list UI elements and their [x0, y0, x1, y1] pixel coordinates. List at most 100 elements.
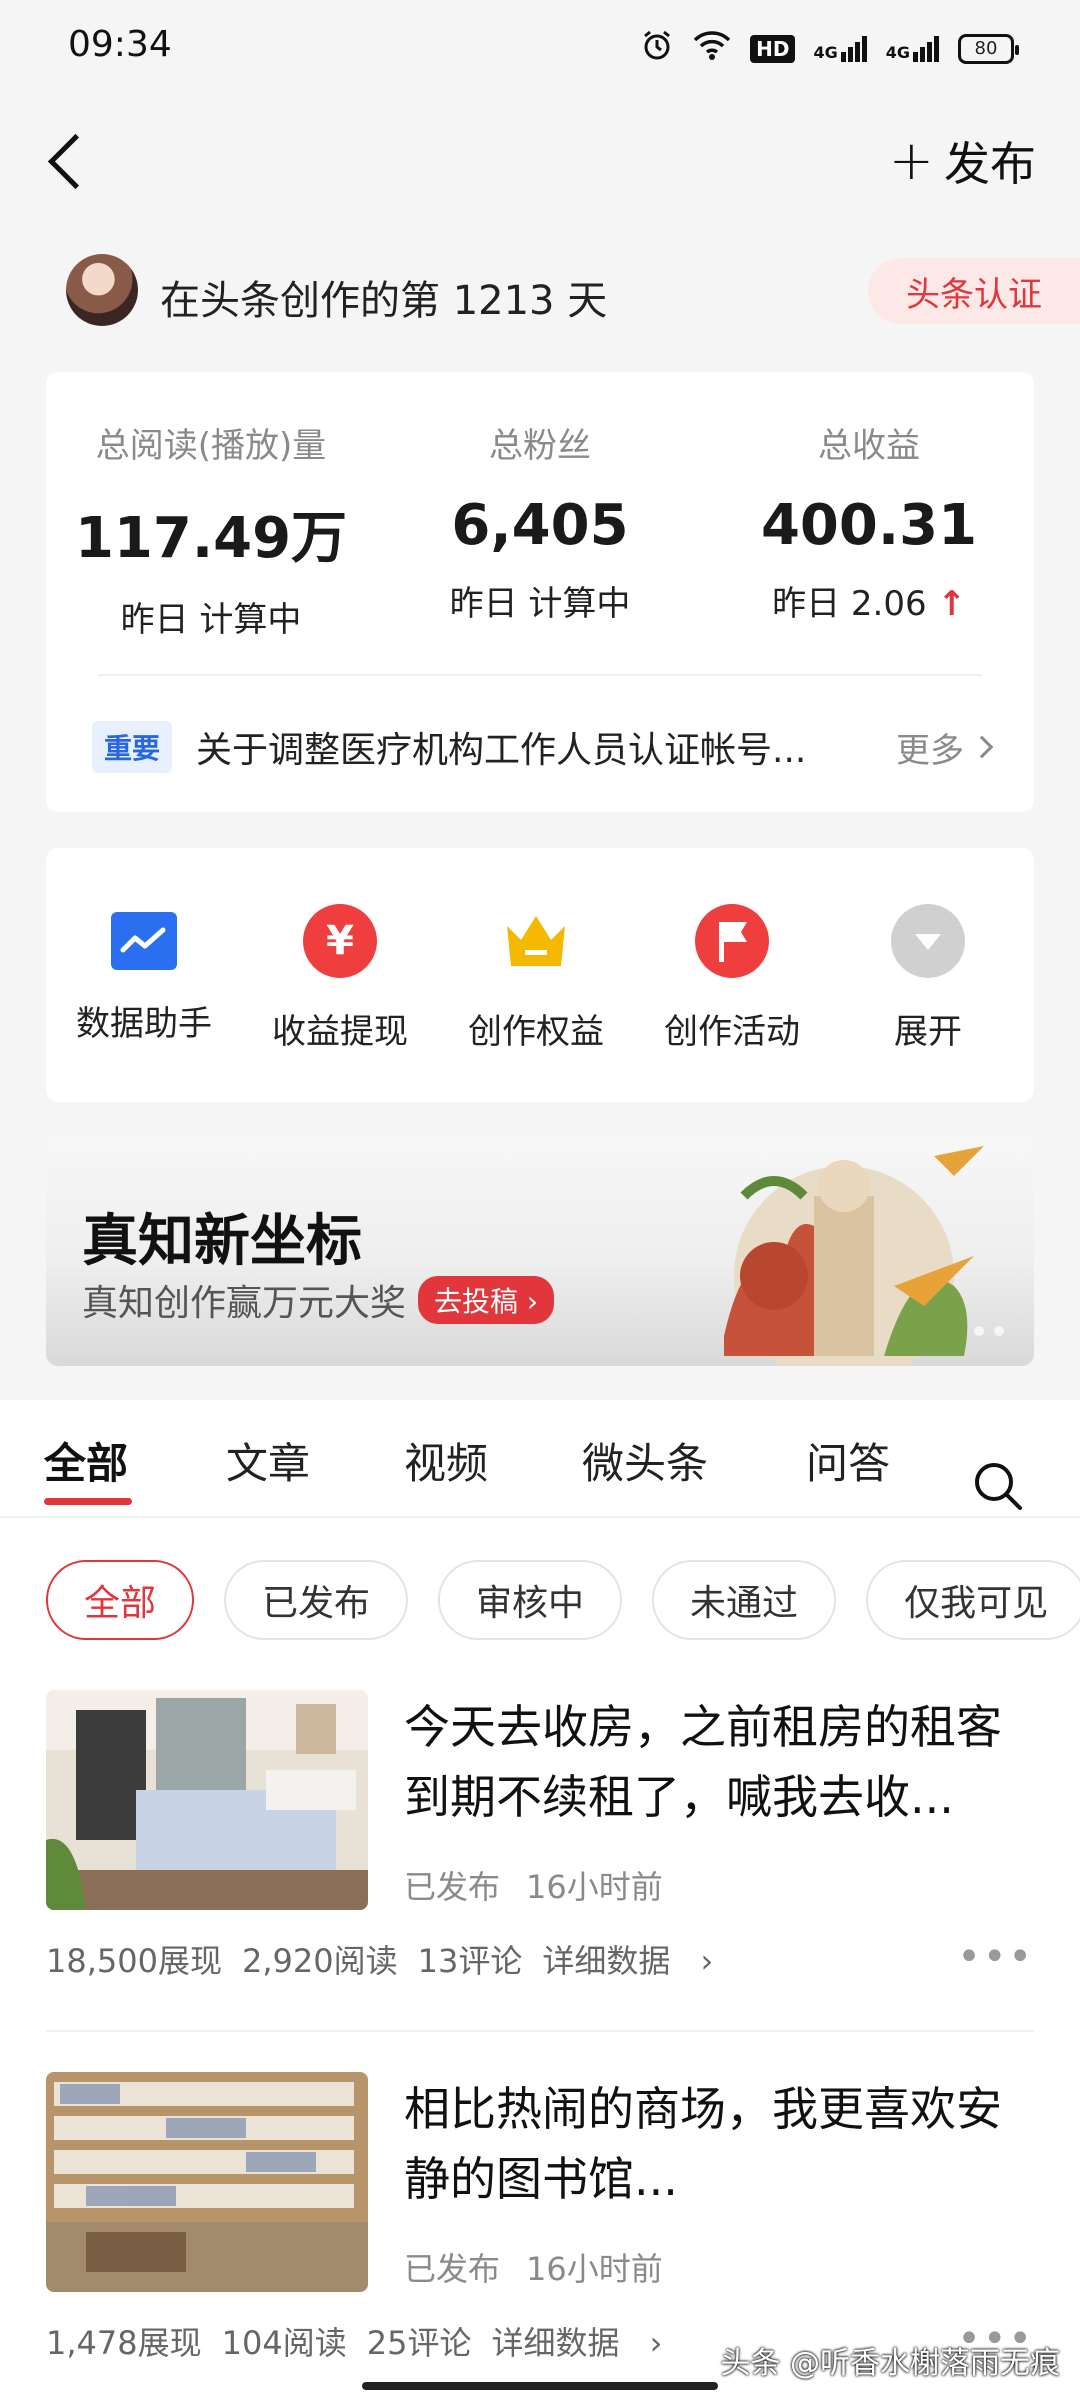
top-nav: + 发布: [0, 110, 1080, 210]
yuan-icon: ¥: [303, 904, 377, 978]
avatar[interactable]: [66, 254, 138, 326]
article-title: 今天去收房，之前租房的租客到期不续租了，喊我去收...: [404, 1700, 1002, 1824]
article-time: 16小时前: [526, 1868, 663, 1906]
detail-data-link[interactable]: 详细数据 ›: [542, 1942, 713, 1980]
stat-value: 117.49万: [74, 506, 348, 571]
creator-row: 在头条创作的第 1213 天 头条认证: [0, 250, 1080, 330]
back-button[interactable]: [42, 128, 102, 192]
stat-sub: 昨日 2.06 ↑: [704, 576, 1034, 625]
promo-banner[interactable]: 真知新坐标 真知创作赢万元大奖 去投稿 ›: [46, 1136, 1034, 1366]
hd-icon: HD: [750, 34, 796, 63]
divider: [46, 2030, 1034, 2032]
tab-videos[interactable]: 视频: [404, 1430, 488, 1491]
tool-withdraw[interactable]: ¥ 收益提现: [242, 904, 438, 1053]
tab-qa[interactable]: 问答: [806, 1430, 890, 1491]
banner-subtitle: 真知创作赢万元大奖 去投稿 ›: [82, 1274, 555, 1326]
article-stats: 18,500展现 2,920阅读 13评论 详细数据 ›: [46, 1936, 733, 1982]
article-meta: 已发布 16小时前: [404, 1862, 689, 1908]
more-options-icon[interactable]: •••: [957, 1934, 1034, 1980]
chart-icon: [111, 912, 177, 970]
divider: [98, 674, 982, 676]
active-tab-indicator: [44, 1498, 132, 1505]
detail-label: 详细数据: [491, 2324, 620, 2362]
tab-all[interactable]: 全部: [44, 1430, 128, 1491]
content-tabs: 全部 文章 视频 微头条 问答: [0, 1430, 1080, 1516]
chip-published[interactable]: 已发布: [224, 1560, 409, 1640]
banner-illustration: [724, 1146, 984, 1366]
tool-label: 数据助手: [76, 1004, 212, 1044]
chip-reviewing[interactable]: 审核中: [438, 1560, 623, 1640]
article-meta: 已发布 16小时前: [404, 2244, 689, 2290]
stats-card: 总阅读(播放)量 117.49万 昨日 计算中 总粉丝 6,405 昨日 计算中…: [46, 372, 1034, 812]
notice-text: 关于调整医疗机构工作人员认证帐号...: [196, 730, 807, 771]
reads: 104阅读: [221, 2324, 347, 2362]
tool-activities[interactable]: 创作活动: [634, 904, 830, 1053]
comments: 13评论: [417, 1942, 523, 1980]
filter-chips: 全部 已发布 审核中 未通过 仅我可见: [46, 1560, 1080, 1644]
signal-icon-2: 4G: [885, 35, 940, 62]
stat-label: 总阅读(播放)量: [95, 426, 327, 466]
network-type-1: 4G: [813, 42, 838, 62]
publish-button[interactable]: + 发布: [889, 128, 1036, 194]
search-icon[interactable]: [972, 1460, 1024, 1512]
tool-label: 创作活动: [664, 1012, 800, 1052]
tab-articles[interactable]: 文章: [226, 1430, 310, 1491]
stat-sub-text: 昨日 2.06: [772, 584, 927, 624]
banner-title: 真知新坐标: [82, 1209, 362, 1274]
crown-icon: [499, 904, 573, 978]
flag-icon: [695, 904, 769, 978]
battery-icon: 80: [958, 33, 1019, 64]
signal-icon-1: 4G: [813, 35, 867, 62]
detail-data-link[interactable]: 详细数据 ›: [491, 2324, 662, 2362]
chip-private[interactable]: 仅我可见: [866, 1560, 1080, 1640]
important-tag: 重要: [92, 721, 173, 773]
comments: 25评论: [366, 2324, 472, 2362]
reads: 2,920阅读: [241, 1942, 398, 1980]
chip-rejected[interactable]: 未通过: [652, 1560, 837, 1640]
stat-label: 总粉丝: [489, 426, 591, 466]
alarm-icon: [640, 28, 674, 69]
stat-value: 400.31: [760, 493, 978, 558]
article-time: 16小时前: [526, 2250, 663, 2288]
article-thumbnail: [46, 1690, 368, 1910]
plus-icon: +: [888, 129, 934, 192]
certification-badge[interactable]: 头条认证: [868, 258, 1080, 324]
article-status: 已发布: [404, 1868, 501, 1906]
home-indicator[interactable]: [362, 2382, 718, 2390]
notice-row[interactable]: 重要 关于调整医疗机构工作人员认证帐号... 更多: [92, 721, 994, 773]
impressions: 1,478展现: [46, 2324, 202, 2362]
publish-label: 发布: [944, 137, 1036, 191]
chip-all[interactable]: 全部: [46, 1560, 195, 1640]
stat-sub: 昨日 计算中: [449, 584, 631, 624]
network-type-2: 4G: [885, 42, 910, 62]
tool-benefits[interactable]: 创作权益: [438, 904, 634, 1053]
tool-label: 创作权益: [468, 1012, 604, 1052]
article-thumbnail: [46, 2072, 368, 2292]
stat-total-income[interactable]: 总收益 400.31 昨日 2.06 ↑: [704, 418, 1034, 625]
article-stats: 1,478展现 104阅读 25评论 详细数据 ›: [46, 2318, 682, 2364]
article-title: 相比热闹的商场，我更喜欢安静的图书馆...: [404, 2082, 1002, 2206]
article-status: 已发布: [404, 2250, 501, 2288]
submit-button-label: 去投稿: [434, 1285, 519, 1318]
tool-data-assistant[interactable]: 数据助手: [46, 904, 242, 1045]
status-bar: 09:34 HD 4G 4G 80: [0, 0, 1080, 95]
watermark: 头条 @听香水榭落雨无痕: [720, 2346, 1060, 2381]
tool-label: 展开: [894, 1012, 962, 1052]
stat-label: 总收益: [818, 426, 920, 466]
stat-total-fans[interactable]: 总粉丝 6,405 昨日 计算中: [375, 418, 705, 625]
status-time: 09:34: [68, 24, 172, 65]
content-area: 全部 文章 视频 微头条 问答 全部 已发布 审核中 未通过 仅我可见 今天去收…: [0, 1400, 1080, 2400]
detail-label: 详细数据: [542, 1942, 671, 1980]
carousel-dots: [974, 1326, 1004, 1336]
stat-total-reads[interactable]: 总阅读(播放)量 117.49万 昨日 计算中: [46, 418, 376, 641]
up-arrow-icon: ↑: [937, 584, 966, 624]
banner-subtitle-text: 真知创作赢万元大奖: [82, 1283, 407, 1324]
notice-more-link[interactable]: 更多: [896, 723, 994, 772]
expand-icon: [891, 904, 965, 978]
status-icons: HD 4G 4G 80: [640, 28, 1019, 69]
stat-sub: 昨日 计算中: [120, 600, 302, 640]
submit-button[interactable]: 去投稿 ›: [418, 1276, 555, 1324]
tab-micro-posts[interactable]: 微头条: [582, 1430, 708, 1491]
tool-expand[interactable]: 展开: [830, 904, 1026, 1053]
carousel-dot: [994, 1326, 1004, 1336]
